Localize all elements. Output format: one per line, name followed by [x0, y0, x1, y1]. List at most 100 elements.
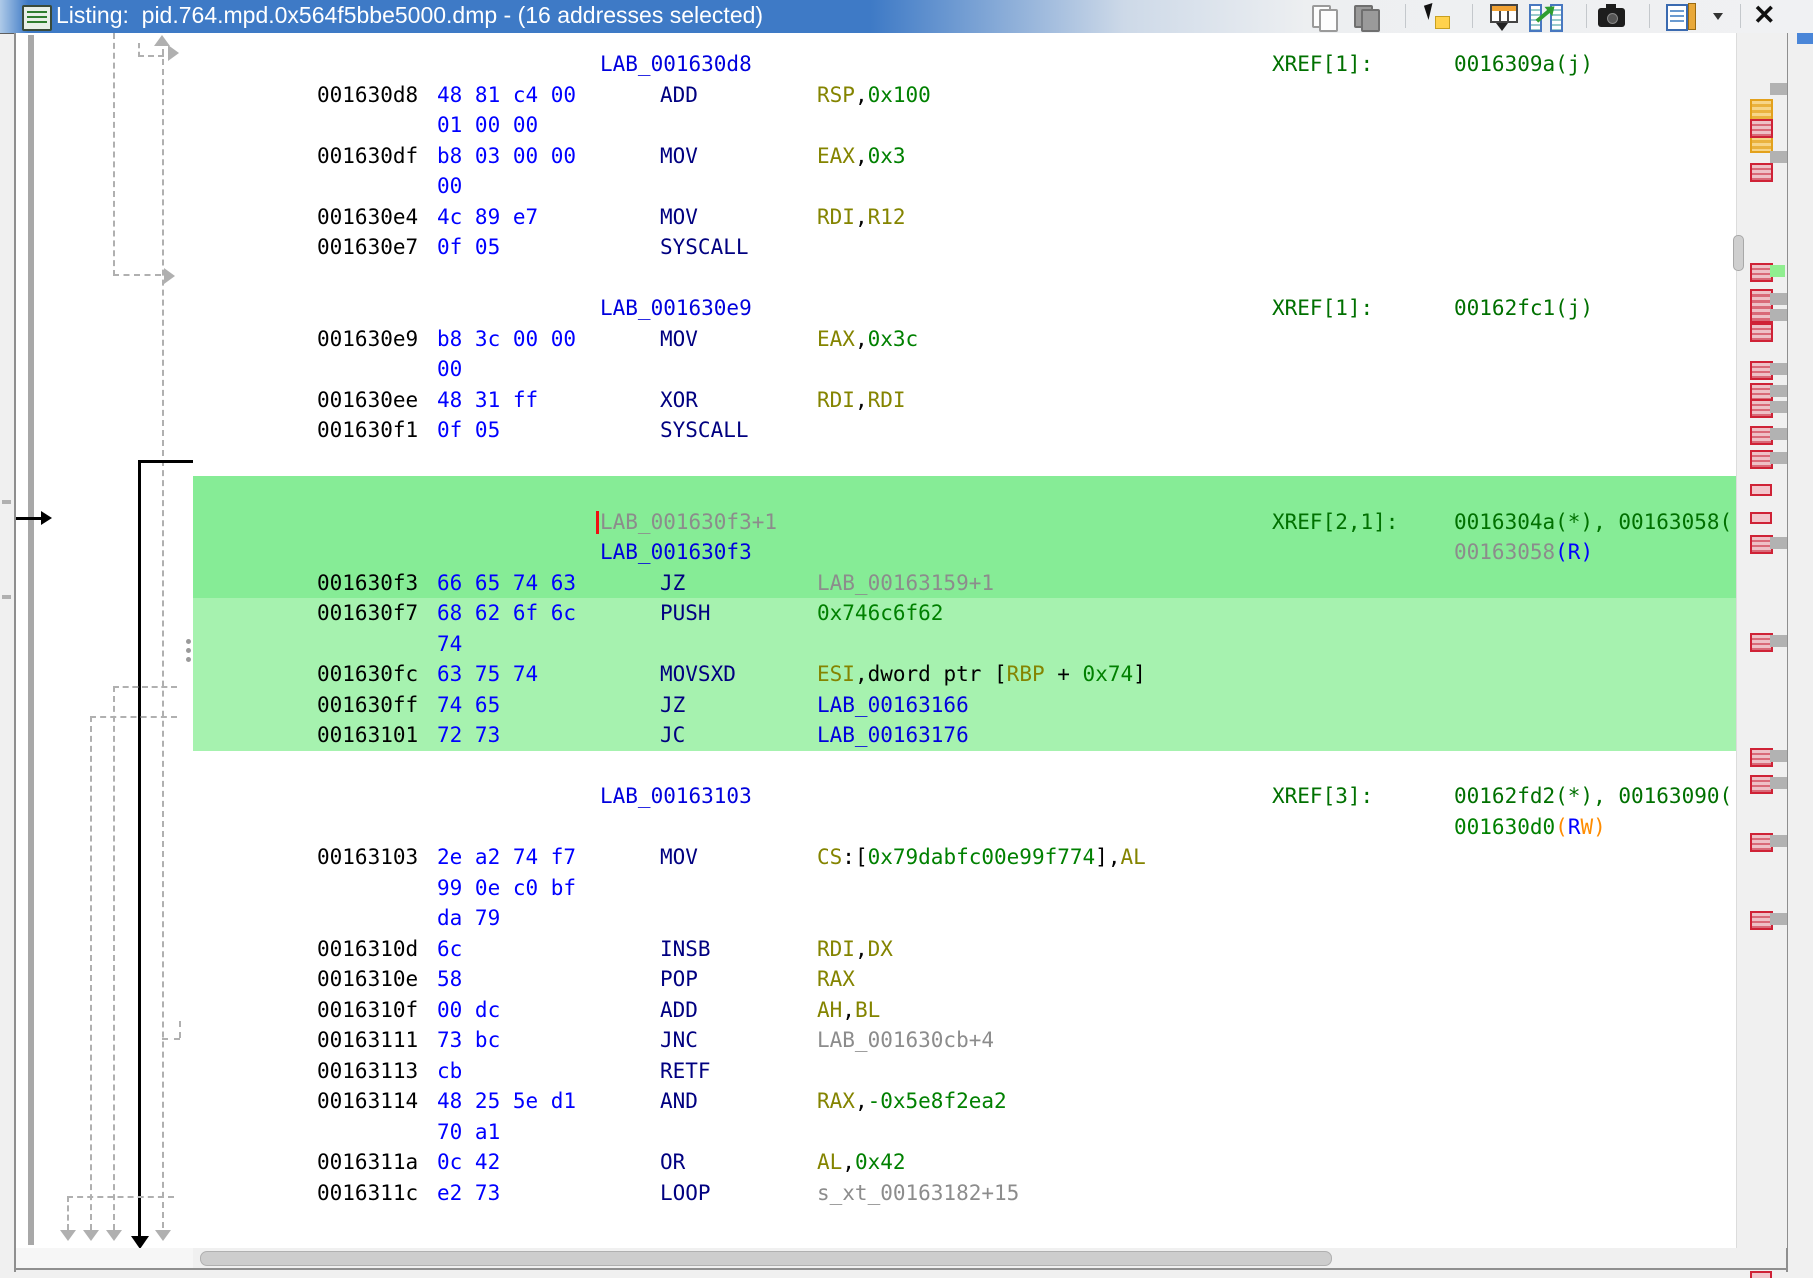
- marker-selection-green[interactable]: [1770, 265, 1785, 277]
- operands-part: dword ptr [: [868, 662, 1007, 686]
- splitter-handle-dot[interactable]: [186, 639, 191, 644]
- bytes: b8 03 00 00: [437, 141, 576, 172]
- snapshot-button[interactable]: [1594, 2, 1632, 31]
- marker-bookmark-red[interactable]: [1750, 323, 1773, 342]
- listing-line-00163111[interactable]: 0016311173 bcJNCLAB_001630cb+4: [193, 1025, 1736, 1056]
- listing-line-001630df[interactable]: 001630dfb8 03 00 00MOVEAX,0x3: [193, 141, 1736, 172]
- listing-line-001630fc[interactable]: 001630fc63 75 74MOVSXDESI,dword ptr [RBP…: [193, 659, 1736, 690]
- marker-gray[interactable]: [1770, 777, 1787, 789]
- listing-line-0016311a[interactable]: 0016311a0c 42ORAL,0x42: [193, 1147, 1736, 1178]
- address: 001630ee: [317, 385, 418, 416]
- toggle-header-button[interactable]: [1486, 2, 1524, 31]
- panel-resize-tick[interactable]: [2, 500, 11, 504]
- listing-line-19[interactable]: 74: [193, 629, 1736, 660]
- bytes: 48 31 ff: [437, 385, 538, 416]
- marker-gray[interactable]: [1770, 385, 1787, 397]
- panel-resize-tick[interactable]: [2, 595, 11, 599]
- listing-line-LAB_001630f3+1[interactable]: LAB_001630f3+1XREF[2,1]:0016304a(*), 001…: [193, 507, 1736, 538]
- listing-line-0016310e[interactable]: 0016310e58POPRAX: [193, 964, 1736, 995]
- splitter-handle-dot[interactable]: [186, 648, 191, 653]
- listing-line-001630e9[interactable]: 001630e9b8 3c 00 00MOVEAX,0x3c: [193, 324, 1736, 355]
- listing-line-001630e7[interactable]: 001630e70f 05SYSCALL: [193, 232, 1736, 263]
- listing-options-icon: [1666, 4, 1688, 31]
- marker-gray[interactable]: [1770, 293, 1787, 305]
- operands: RDI,R12: [817, 202, 906, 233]
- listing-line-001630f1[interactable]: 001630f10f 05SYSCALL: [193, 415, 1736, 446]
- window-titlebar[interactable]: Listing: pid.764.mpd.0x564f5bbe5000.dmp …: [0, 0, 1813, 34]
- dropdown-caret-icon[interactable]: [1713, 13, 1723, 20]
- listing-line-0016310d[interactable]: 0016310d6cINSBRDI,DX: [193, 934, 1736, 965]
- mnemonic: ADD: [660, 80, 698, 111]
- marker-bookmark-red[interactable]: [1750, 163, 1773, 182]
- marker-gray[interactable]: [1770, 835, 1787, 847]
- sticky-note-icon: [1435, 16, 1450, 29]
- marker-gray[interactable]: [1770, 151, 1787, 163]
- horizontal-scrollbar-thumb[interactable]: [200, 1251, 1332, 1266]
- listing-line-0016311c[interactable]: 0016311ce2 73LOOPs_xt_00163182+15: [193, 1178, 1736, 1209]
- disassembly-listing[interactable]: LAB_001630d8XREF[1]:0016309a(j)001630d84…: [193, 33, 1736, 1248]
- listing-line-28[interactable]: da 79: [193, 903, 1736, 934]
- listing-line-001630ee[interactable]: 001630ee48 31 ffXORRDI,RDI: [193, 385, 1736, 416]
- marker-gray[interactable]: [1770, 750, 1787, 762]
- marker-gray[interactable]: [1770, 83, 1787, 95]
- listing-line-4[interactable]: 00: [193, 171, 1736, 202]
- bytes: 2e a2 74 f7: [437, 842, 576, 873]
- splitter-handle-dot[interactable]: [186, 657, 191, 662]
- listing-line-27[interactable]: 99 0e c0 bf: [193, 873, 1736, 904]
- listing-line-001630e4[interactable]: 001630e44c 89 e7MOVRDI,R12: [193, 202, 1736, 233]
- marker-gray[interactable]: [1770, 401, 1787, 413]
- listing-line-LAB_001630f3[interactable]: LAB_001630f300163058(R): [193, 537, 1736, 568]
- marker-margin[interactable]: [1736, 33, 1787, 1248]
- horizontal-scrollbar[interactable]: [193, 1248, 1786, 1268]
- paste-button[interactable]: [1348, 2, 1386, 31]
- listing-line-001630ff[interactable]: 001630ff74 65JZLAB_00163166: [193, 690, 1736, 721]
- marker-bookmark-red-small[interactable]: [1750, 512, 1772, 524]
- listing-line-LAB_001630e9[interactable]: LAB_001630e9XREF[1]:00162fc1(j): [193, 293, 1736, 324]
- vertical-scrollbar-thumb[interactable]: [1733, 235, 1744, 271]
- copy-button[interactable]: [1306, 2, 1344, 31]
- marker-bookmark-red[interactable]: [1750, 119, 1773, 138]
- diff-view-button[interactable]: [1526, 2, 1564, 31]
- listing-line-14[interactable]: [193, 476, 1736, 507]
- marker-gray[interactable]: [1770, 428, 1787, 440]
- listing-line-00163113[interactable]: 00163113cbRETF: [193, 1056, 1736, 1087]
- listing-line-001630d8[interactable]: 001630d848 81 c4 00ADDRSP,0x100: [193, 80, 1736, 111]
- address: 00163101: [317, 720, 418, 751]
- listing-line-7[interactable]: [193, 263, 1736, 294]
- listing-line-001630f3[interactable]: 001630f366 65 74 63JZLAB_00163159+1: [193, 568, 1736, 599]
- listing-line-00163103[interactable]: 001631032e a2 74 f7MOVCS:[0x79dabfc00e99…: [193, 842, 1736, 873]
- bytes: 66 65 74 63: [437, 568, 576, 599]
- listing-line-10[interactable]: 00: [193, 354, 1736, 385]
- address: 0016311a: [317, 1147, 418, 1178]
- listing-line-001630f7[interactable]: 001630f768 62 6f 6cPUSH0x746c6f62: [193, 598, 1736, 629]
- listing-display-options-button[interactable]: [1662, 2, 1700, 31]
- listing-line-LAB_001630d8[interactable]: LAB_001630d8XREF[1]:0016309a(j): [193, 49, 1736, 80]
- listing-line-LAB_00163103[interactable]: LAB_00163103XREF[3]:00162fd2(*), 0016309…: [193, 781, 1736, 812]
- xref-addresses-part: W: [1580, 815, 1593, 839]
- marker-gray[interactable]: [1770, 635, 1787, 647]
- operands: RAX: [817, 964, 855, 995]
- marker-gray[interactable]: [1770, 452, 1787, 464]
- operands: LAB_00163166: [817, 690, 969, 721]
- operands-part: LAB_00163176: [817, 723, 969, 747]
- listing-line-00163114[interactable]: 0016311448 25 5e d1ANDRAX,-0x5e8f2ea2: [193, 1086, 1736, 1117]
- marker-gray[interactable]: [1770, 363, 1787, 375]
- mnemonic: MOV: [660, 324, 698, 355]
- listing-line-00163101[interactable]: 0016310172 73JCLAB_00163176: [193, 720, 1736, 751]
- marker-gray[interactable]: [1770, 309, 1787, 321]
- listing-line-0016310f[interactable]: 0016310f00 dcADDAH,BL: [193, 995, 1736, 1026]
- close-button[interactable]: ✕: [1753, 2, 1776, 29]
- listing-line-25[interactable]: 001630d0(RW): [193, 812, 1736, 843]
- address: 001630fc: [317, 659, 418, 690]
- mnemonic: PUSH: [660, 598, 711, 629]
- marker-gray[interactable]: [1770, 537, 1787, 549]
- marker-bookmark-red-small[interactable]: [1750, 484, 1772, 496]
- listing-line-13[interactable]: [193, 446, 1736, 477]
- edit-cursor-button[interactable]: [1418, 2, 1456, 31]
- listing-line-23[interactable]: [193, 751, 1736, 782]
- marker-gray[interactable]: [1770, 913, 1787, 925]
- marker-bookmark-red-small[interactable]: [1750, 1271, 1772, 1278]
- listing-line-2[interactable]: 01 00 00: [193, 110, 1736, 141]
- listing-line-35[interactable]: 70 a1: [193, 1117, 1736, 1148]
- flow-arrowhead-down-icon: [83, 1230, 99, 1241]
